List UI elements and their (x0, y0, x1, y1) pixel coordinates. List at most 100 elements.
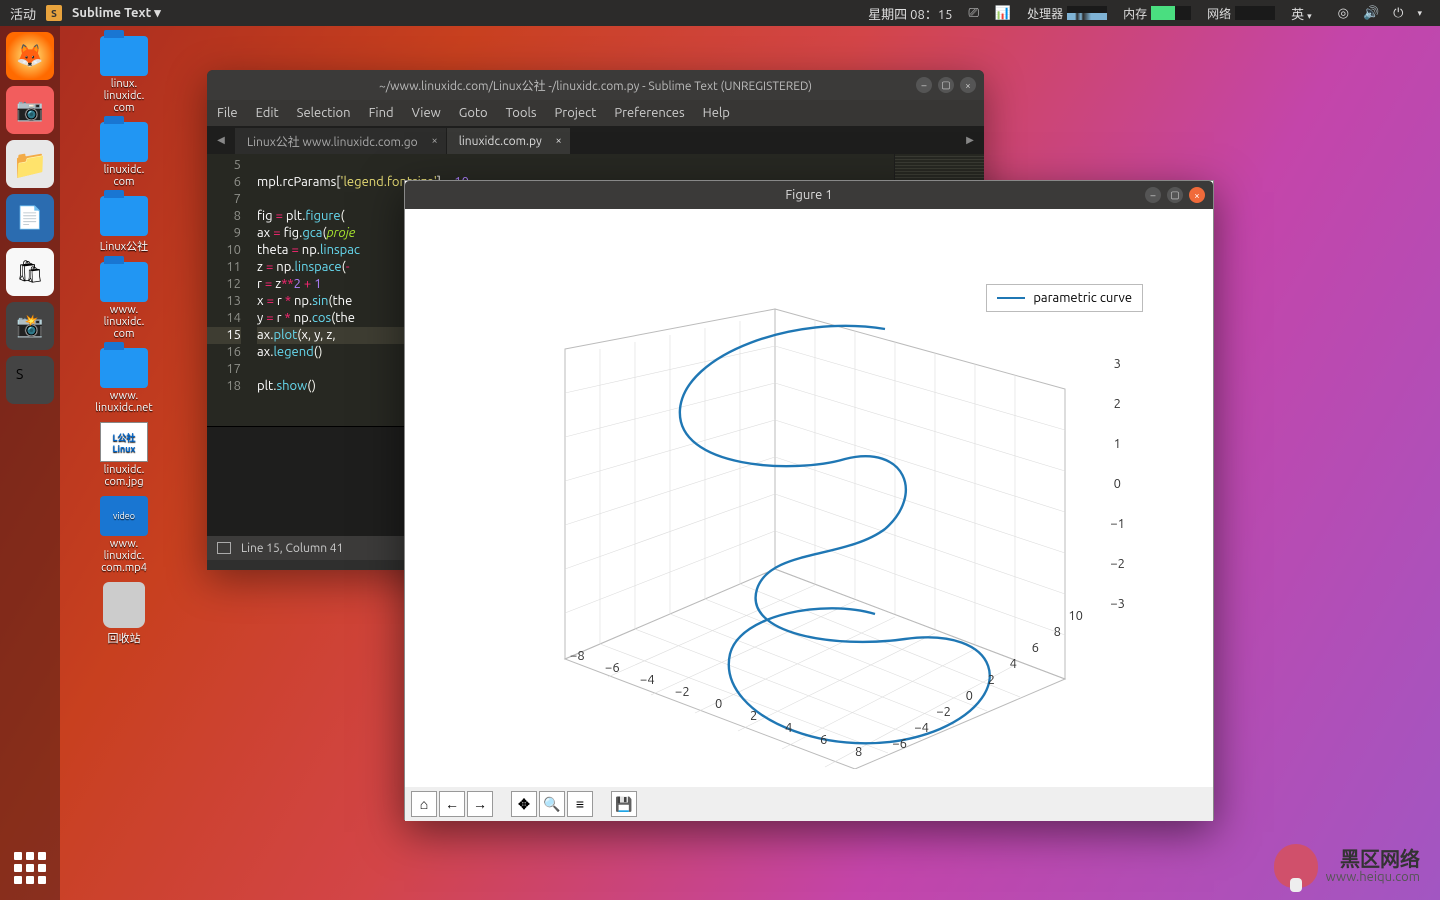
window-title: ~/www.linuxidc.com/Linux公社 -/linuxidc.co… (379, 77, 812, 94)
y-tick: 6 (1032, 641, 1039, 655)
x-tick: 8 (855, 745, 862, 759)
minimize-button[interactable]: – (1145, 187, 1161, 203)
indicator-icon[interactable]: ⎚ (968, 6, 978, 21)
gutter: 56789101112131415161718 (207, 154, 249, 426)
software-launcher[interactable]: 🛍 (6, 248, 54, 296)
trash-icon[interactable]: 回收站 (84, 582, 164, 646)
power-icon[interactable]: ⏻ (1393, 6, 1403, 21)
ime-indicator[interactable]: 英 ▾ (1291, 4, 1312, 23)
libreoffice-launcher[interactable]: 📄 (6, 194, 54, 242)
z-tick: −1 (1110, 517, 1125, 531)
sublime-launcher[interactable]: S (6, 356, 54, 404)
z-tick: −3 (1110, 597, 1125, 611)
desktop-icon[interactable]: Linux公社 (84, 196, 164, 254)
save-button[interactable]: 💾 (611, 791, 637, 817)
menu-item[interactable]: Project (555, 106, 597, 120)
menu-item[interactable]: Help (703, 106, 730, 120)
desktop-icon[interactable]: linux. linuxidc. com (84, 36, 164, 114)
tabbar: ◀ Linux公社 www.linuxidc.com.go× linuxidc.… (207, 126, 984, 154)
desktop-icon[interactable]: www. linuxidc.net (84, 348, 164, 414)
firefox-launcher[interactable]: 🦊 (6, 32, 54, 80)
cpu-indicator[interactable]: 处理器 (1027, 5, 1107, 22)
figure-titlebar[interactable]: Figure 1 – ▢ × (405, 181, 1213, 209)
x-tick: −4 (640, 673, 655, 687)
screenshot-launcher[interactable]: 📷 (6, 86, 54, 134)
y-tick: −4 (914, 721, 929, 735)
activities-button[interactable]: 活动 (10, 4, 36, 23)
minimize-button[interactable]: – (916, 77, 932, 93)
volume-icon[interactable]: 🔊 (1363, 6, 1379, 21)
tab-close-icon[interactable]: × (431, 135, 437, 147)
desktop-icon[interactable]: www. linuxidc. com (84, 262, 164, 340)
menu-item[interactable]: View (412, 106, 441, 120)
desktop-icons: linux. linuxidc. com linuxidc. com Linux… (74, 36, 174, 646)
mushroom-icon (1274, 844, 1318, 888)
menu-item[interactable]: Edit (256, 106, 279, 120)
menu-item[interactable]: Goto (459, 106, 488, 120)
chart-3d-axes (545, 299, 1105, 769)
home-button[interactable]: ⌂ (411, 791, 437, 817)
z-tick: 1 (1114, 437, 1121, 451)
cursor-position: Line 15, Column 41 (241, 542, 343, 555)
editor-tab[interactable]: Linux公社 www.linuxidc.com.go× (235, 128, 446, 154)
back-button[interactable]: ← (439, 791, 465, 817)
editor-tab-active[interactable]: linuxidc.com.py× (447, 128, 570, 154)
z-tick: −2 (1110, 557, 1125, 571)
tab-scroll-right[interactable]: ▶ (956, 126, 984, 154)
menu-item[interactable]: File (217, 106, 238, 120)
z-tick: 2 (1114, 397, 1121, 411)
configure-button[interactable]: ≡ (567, 791, 593, 817)
close-button[interactable]: × (960, 77, 976, 93)
x-tick: 2 (750, 709, 757, 723)
y-tick: −6 (892, 737, 907, 751)
watermark: 黑区网络 www.heiqu.com (1274, 844, 1420, 888)
system-menu-chevron-icon[interactable]: ▾ (1417, 8, 1422, 19)
y-tick: 8 (1054, 625, 1061, 639)
x-tick: −2 (675, 685, 690, 699)
clock[interactable]: 星期四 08：15 (868, 4, 952, 23)
net-indicator[interactable]: 网络 (1207, 5, 1275, 22)
zoom-button[interactable]: 🔍 (539, 791, 565, 817)
sublime-titlebar[interactable]: ~/www.linuxidc.com/Linux公社 -/linuxidc.co… (207, 70, 984, 100)
close-button[interactable]: × (1189, 187, 1205, 203)
launcher-dock: 🦊 📷 📁 📄 🛍 📸 S (0, 26, 60, 900)
screenshot2-launcher[interactable]: 📸 (6, 302, 54, 350)
desktop-icon[interactable]: videowww. linuxidc. com.mp4 (84, 496, 164, 574)
a11y-icon[interactable]: ◎ (1338, 6, 1349, 21)
x-tick: 4 (785, 721, 792, 735)
x-tick: −6 (605, 661, 620, 675)
y-tick: 4 (1010, 657, 1017, 671)
figure-toolbar: ⌂ ← → ✥ 🔍 ≡ 💾 (405, 787, 1213, 821)
menu-item[interactable]: Find (369, 106, 394, 120)
x-tick: 6 (820, 733, 827, 747)
desktop-icon[interactable]: linuxidc. com (84, 122, 164, 188)
menu-item[interactable]: Selection (297, 106, 351, 120)
forward-button[interactable]: → (467, 791, 493, 817)
panel-switch-icon[interactable] (217, 542, 231, 554)
maximize-button[interactable]: ▢ (938, 77, 954, 93)
files-launcher[interactable]: 📁 (6, 140, 54, 188)
show-apps-button[interactable] (10, 848, 50, 888)
maximize-button[interactable]: ▢ (1167, 187, 1183, 203)
watermark-title: 黑区网络 (1326, 848, 1420, 870)
z-tick: 0 (1114, 477, 1121, 491)
desktop-icon[interactable]: L公社Linuxlinuxidc. com.jpg (84, 422, 164, 488)
pan-button[interactable]: ✥ (511, 791, 537, 817)
figure-canvas[interactable]: parametric curve 3 2 1 0 −1 (405, 209, 1213, 787)
menu-item[interactable]: Preferences (614, 106, 684, 120)
tab-scroll-left[interactable]: ◀ (207, 126, 235, 154)
app-menu[interactable]: Sublime Text ▾ (72, 6, 161, 21)
watermark-url: www.heiqu.com (1326, 870, 1420, 884)
chart-indicator-icon[interactable]: 📊 (995, 6, 1011, 21)
menubar: File Edit Selection Find View Goto Tools… (207, 100, 984, 126)
tab-close-icon[interactable]: × (556, 135, 562, 147)
y-tick: −2 (936, 705, 951, 719)
matplotlib-window: Figure 1 – ▢ × parametric curve (404, 180, 1214, 820)
menu-item[interactable]: Tools (506, 106, 537, 120)
y-tick: 10 (1068, 609, 1083, 623)
mem-indicator[interactable]: 内存 (1123, 5, 1191, 22)
figure-title: Figure 1 (785, 188, 832, 202)
app-icon: S (46, 5, 62, 21)
top-bar: 活动 S Sublime Text ▾ 星期四 08：15 ⎚ 📊 处理器 内存… (0, 0, 1440, 26)
x-tick: −8 (570, 649, 585, 663)
